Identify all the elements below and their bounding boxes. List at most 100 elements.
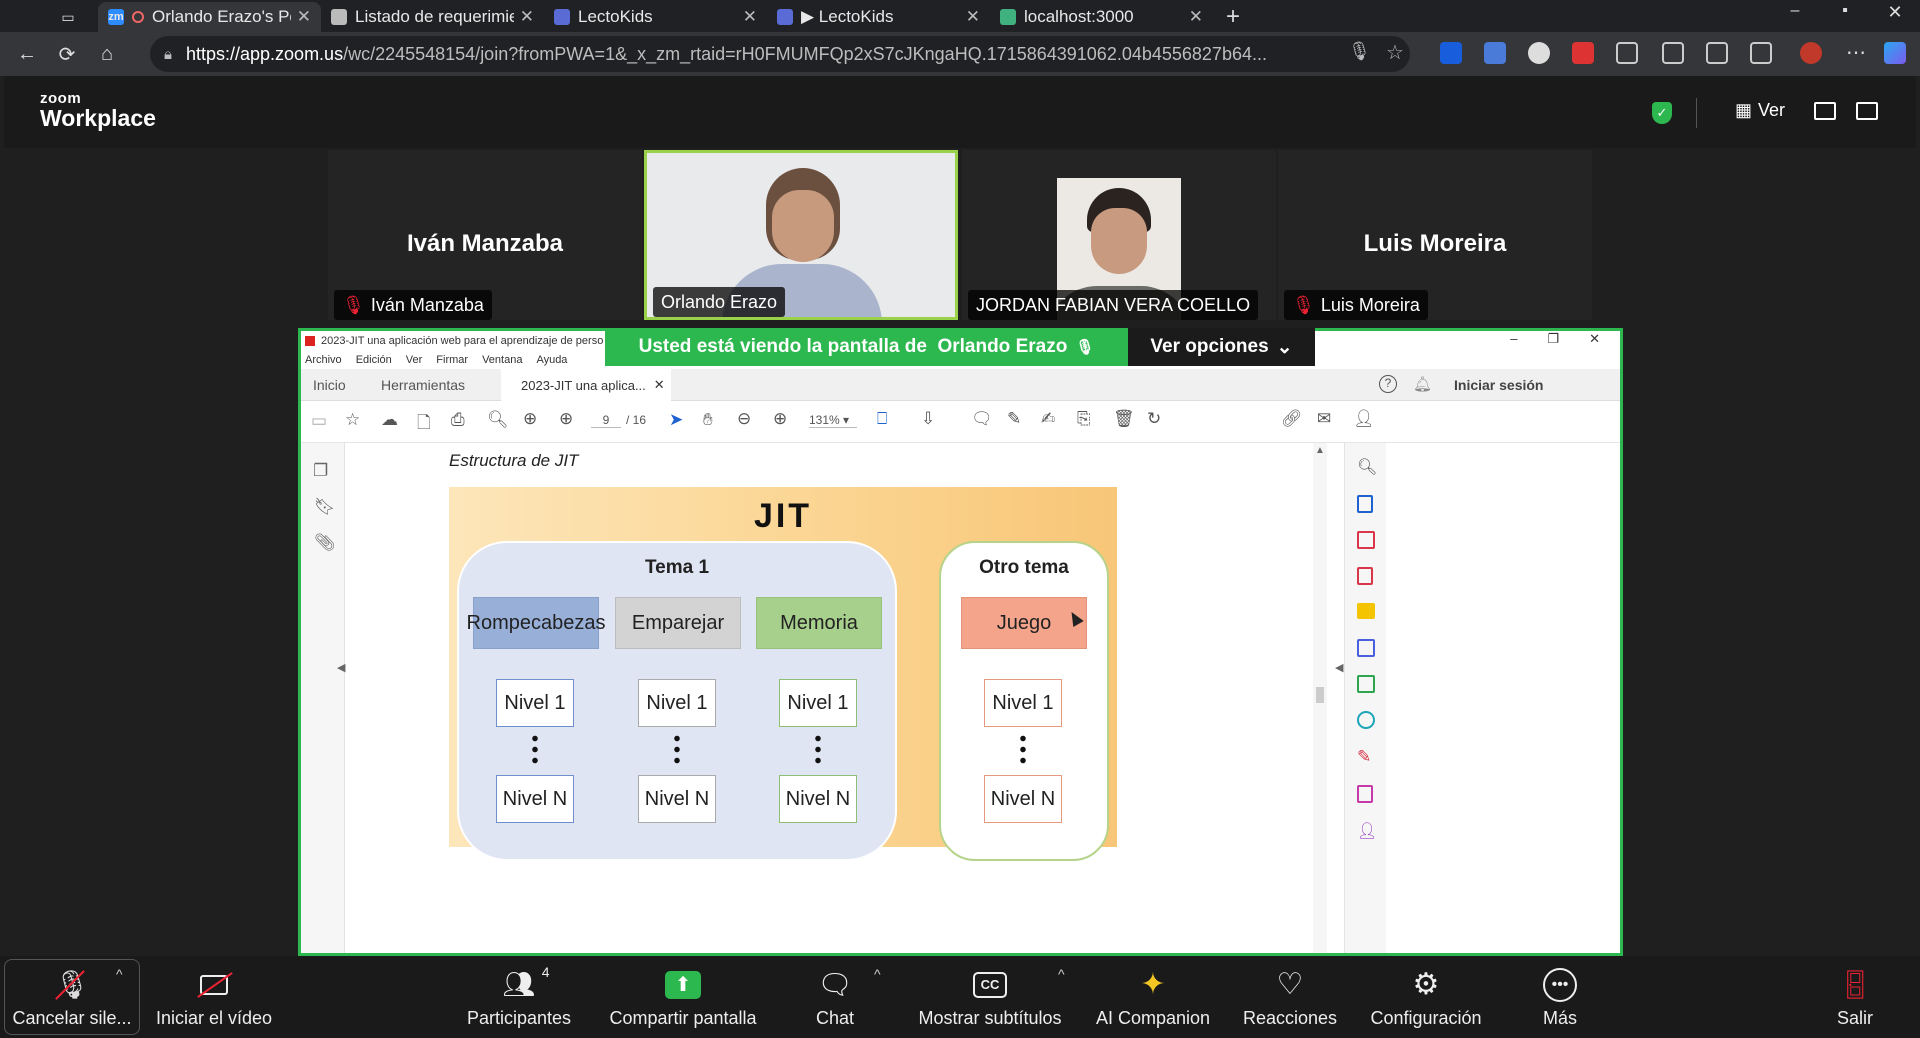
page-number-input[interactable]: 9 (591, 413, 621, 428)
scroll-up-arrow[interactable]: ▲ (1315, 445, 1325, 456)
tool-scan-icon[interactable] (1357, 711, 1375, 729)
leave-button[interactable]: 🚪︎ Salir (1820, 956, 1890, 1038)
save-icon[interactable]: ▭ (311, 411, 327, 431)
tool-request-sign-icon[interactable]: 👤︎ (1357, 821, 1377, 841)
browser-tab[interactable]: ▶ LectoKids ✕ (767, 2, 990, 32)
back-icon[interactable]: ← (10, 37, 44, 71)
participant-tile-2[interactable]: Orlando Erazo (644, 150, 958, 320)
mute-options-chevron[interactable]: ^ (116, 966, 123, 982)
extension-icon-4[interactable] (1572, 42, 1594, 64)
email-icon[interactable]: ✉ (1317, 409, 1331, 429)
ai-companion-button[interactable]: ✦ AI Companion (1090, 956, 1216, 1038)
sign-icon[interactable]: ✍︎ (1041, 409, 1055, 429)
upload-cloud-icon[interactable]: ☁ (381, 410, 398, 430)
bitwarden-extension-icon[interactable] (1440, 42, 1462, 64)
reactions-button[interactable]: ♡ Reacciones (1236, 956, 1344, 1038)
collapse-left-icon[interactable]: ◀ (337, 661, 345, 674)
collapse-right-icon[interactable]: ◀ (1335, 661, 1343, 674)
close-tab-icon[interactable]: ✕ (297, 7, 311, 27)
comment-icon[interactable]: 🗨︎ (971, 409, 993, 429)
participant-tile-3[interactable]: JORDAN FABIAN VERA COELLO (962, 150, 1276, 320)
tab-document[interactable]: 2023-JIT una aplica... ✕ (501, 369, 671, 401)
bookmarks-panel-icon[interactable]: 🔖︎ (314, 497, 336, 517)
delete-icon[interactable]: 🗑︎ (1113, 409, 1135, 429)
captions-options-chevron[interactable]: ^ (1058, 966, 1065, 982)
participant-tile-1[interactable]: Iván Manzaba 🎙︎ Iván Manzaba (328, 150, 642, 320)
captions-button[interactable]: CC Mostrar subtítulos (910, 956, 1070, 1038)
home-icon[interactable]: ⌂ (90, 37, 124, 71)
chat-button[interactable]: 🗨︎ Chat (800, 956, 870, 1038)
select-arrow-icon[interactable]: ➤ (669, 410, 683, 430)
menu-item[interactable]: Ver (406, 354, 423, 366)
chat-options-chevron[interactable]: ^ (874, 966, 881, 982)
profile-avatar[interactable] (1800, 42, 1822, 64)
browser-tab[interactable]: zm Orlando Erazo's Pe ✕ (98, 2, 321, 32)
close-tab-icon[interactable]: ✕ (966, 7, 980, 27)
extension-icon-3[interactable] (1528, 42, 1550, 64)
stamp-icon[interactable]: ⎘ (1077, 409, 1091, 429)
acrobat-restore-button[interactable]: ❐ (1547, 331, 1559, 347)
share-screen-button[interactable]: ⬆ Compartir pantalla (600, 956, 766, 1038)
settings-button[interactable]: ⚙ Configuración (1366, 956, 1486, 1038)
maximize-window-button[interactable]: ▪ (1820, 2, 1870, 32)
menu-item[interactable]: Ayuda (536, 354, 567, 366)
translate-extension-icon[interactable] (1484, 42, 1506, 64)
tool-fill-sign-icon[interactable]: ✎ (1357, 747, 1371, 767)
scroll-thumb[interactable] (1316, 687, 1324, 703)
close-tab-icon[interactable]: ✕ (520, 7, 534, 27)
close-tab-icon[interactable]: ✕ (743, 7, 757, 27)
page-down-icon[interactable]: ⊕ (559, 409, 573, 429)
vertical-scrollbar[interactable]: ▲ (1313, 443, 1327, 953)
browser-tab[interactable]: localhost:3000 ✕ (990, 2, 1213, 32)
tool-edit-pdf-icon[interactable] (1357, 785, 1373, 803)
zoom-level-select[interactable]: 131% ▾ (809, 413, 857, 428)
tab-herramientas[interactable]: Herramientas (381, 377, 465, 393)
site-info-icon[interactable]: 🔒︎ (164, 46, 172, 63)
tool-convert-icon[interactable] (1357, 639, 1375, 657)
scroll-mode-icon[interactable]: ⇩ (921, 409, 935, 429)
reload-icon[interactable]: ⟳ (50, 37, 84, 71)
minimize-window-button[interactable]: – (1770, 2, 1820, 32)
view-button[interactable]: ▦ Ver (1735, 100, 1785, 121)
hand-tool-icon[interactable]: ✋︎ (703, 410, 713, 430)
participants-button[interactable]: 👥︎ 4 Participantes (456, 956, 582, 1038)
acrobat-minimize-button[interactable]: – (1510, 331, 1517, 347)
attachments-panel-icon[interactable]: 📎︎ (314, 533, 336, 553)
share-user-icon[interactable]: 👤︎ (1353, 409, 1375, 429)
zoom-search-icon[interactable]: 🔍︎ (487, 410, 509, 430)
tool-create-pdf-icon[interactable] (1357, 495, 1373, 513)
file-icon[interactable]: 🗋 (417, 410, 431, 439)
signin-link[interactable]: Iniciar sesión (1454, 377, 1543, 393)
notifications-bell-icon[interactable]: 🔔︎ (1413, 375, 1432, 393)
tool-zoom-icon[interactable]: 🔍︎ (1357, 457, 1377, 477)
browser-tab[interactable]: Listado de requerimien ✕ (321, 2, 544, 32)
print-icon[interactable]: ⎙ (451, 410, 465, 430)
link-icon[interactable]: 🔗︎ (1281, 409, 1303, 429)
acrobat-close-button[interactable]: ✕ (1589, 331, 1600, 347)
bookmark-star-icon[interactable]: ☆ (345, 410, 360, 430)
zoom-in-icon[interactable]: ⊕ (773, 409, 787, 429)
browser-menu-icon[interactable]: ⋯ (1846, 40, 1866, 65)
help-icon[interactable]: ? (1379, 375, 1397, 393)
more-button[interactable]: ••• Más (1530, 956, 1590, 1038)
copilot-icon[interactable] (1884, 42, 1906, 64)
fit-page-icon[interactable]: ⎕ (877, 409, 887, 429)
rotate-icon[interactable]: ↻ (1147, 409, 1161, 429)
browser-tab[interactable]: LectoKids ✕ (544, 2, 767, 32)
tab-inicio[interactable]: Inicio (313, 377, 346, 393)
tool-export-icon[interactable] (1357, 567, 1373, 585)
fullscreen-icon[interactable] (1856, 102, 1878, 120)
close-tab-icon[interactable]: ✕ (654, 377, 665, 393)
collections-icon[interactable] (1750, 42, 1772, 64)
zoom-out-icon[interactable]: ⊖ (737, 409, 751, 429)
extensions-puzzle-icon[interactable] (1616, 42, 1638, 64)
menu-item[interactable]: Edición (356, 354, 392, 366)
close-window-button[interactable]: ✕ (1870, 2, 1920, 32)
favorites-icon[interactable] (1706, 42, 1728, 64)
highlight-pen-icon[interactable]: ✎ (1007, 409, 1021, 429)
tab-actions-icon[interactable]: ▭ (48, 2, 88, 32)
bookmark-star-icon[interactable]: ☆ (1386, 40, 1404, 65)
page-up-icon[interactable]: ⊕ (523, 409, 537, 429)
menu-item[interactable]: Archivo (305, 354, 342, 366)
menu-item[interactable]: Ventana (482, 354, 522, 366)
